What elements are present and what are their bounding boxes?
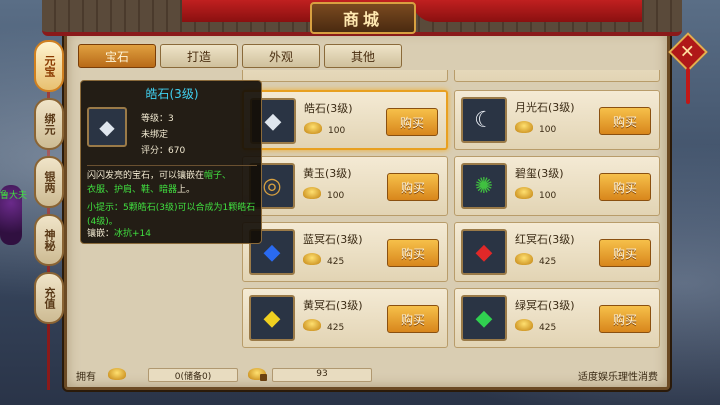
shop-footer: 拥有 0(储备0) 93 适度娱乐理性消费 — [76, 366, 666, 384]
item-name: 碧玺(3级) — [515, 167, 564, 180]
npc-name-tag: 鲁大夫 — [0, 191, 28, 201]
item-price: 100 — [327, 191, 345, 201]
tooltip-inlay: 镶嵌：冰抗+14 — [87, 229, 152, 239]
tooltip-description: 闪闪发亮的宝石，可以镶嵌在帽子、 衣服、护肩、鞋、暗器上。 — [87, 171, 232, 195]
item-card-blue-stone[interactable]: ◆ 蓝冥石(3级) 425 购买 — [242, 222, 448, 282]
yuanbao-balance: 0(储备0) — [148, 368, 238, 382]
own-label: 拥有 — [76, 372, 96, 383]
buy-button[interactable]: 购买 — [387, 305, 439, 333]
coin-icon — [303, 187, 321, 199]
item-grid[interactable]: 150 150 ◆ 皓石(3级) 100 购买 ☾ 月光石(3级) 100 购买… — [240, 70, 664, 360]
item-tooltip: 皓石(3级) ◆ 等级：3 未绑定 评分：670 闪闪发亮的宝石，可以镶嵌在帽子… — [80, 80, 262, 244]
green-gem-icon: ✺ — [461, 163, 507, 209]
buy-button[interactable]: 购买 — [599, 173, 651, 201]
spending-notice: 适度娱乐理性消费 — [578, 372, 658, 383]
item-card-partial: 150 — [242, 70, 448, 82]
item-card-tourmaline[interactable]: ✺ 碧玺(3级) 100 购买 — [454, 156, 660, 216]
item-price: 425 — [539, 323, 557, 333]
item-card-yellow-stone[interactable]: ◆ 黄冥石(3级) 425 购买 — [242, 288, 448, 348]
buy-button[interactable]: 购买 — [387, 239, 439, 267]
side-tab-silver[interactable]: 银两 — [34, 156, 64, 208]
coin-icon — [515, 121, 533, 133]
tooltip-score: 评分：670 — [141, 146, 186, 156]
red-gem-icon: ◆ — [461, 229, 507, 275]
item-name: 黄玉(3级) — [303, 167, 352, 180]
tooltip-title: 皓石(3级) — [145, 87, 199, 101]
item-price: 100 — [328, 126, 346, 136]
moon-gem-icon: ☾ — [461, 97, 507, 143]
tab-other[interactable]: 其他 — [324, 44, 402, 68]
tab-gems[interactable]: 宝石 — [78, 44, 156, 68]
tooltip-hint: 小提示：5颗皓石(3级)可以合成为1颗皓石(4级)。 — [87, 203, 256, 227]
emerald-gem-icon: ◆ — [461, 295, 507, 341]
item-card-topaz[interactable]: ◎ 黄玉(3级) 100 购买 — [242, 156, 448, 216]
item-card-moonstone[interactable]: ☾ 月光石(3级) 100 购买 — [454, 90, 660, 150]
buy-button[interactable]: 购买 — [599, 305, 651, 333]
side-tab-yuanbao[interactable]: 元宝 — [34, 40, 64, 92]
tooltip-divider — [87, 165, 257, 166]
side-tab-mystery[interactable]: 神秘 — [34, 214, 64, 266]
item-price: 425 — [327, 323, 345, 333]
roof-curtain-right — [412, 0, 642, 22]
shop-title: 商城 — [310, 2, 416, 34]
category-tabs: 宝石 打造 外观 其他 — [78, 44, 402, 68]
coin-icon — [515, 319, 533, 331]
side-tab-bound-yuanbao[interactable]: 绑元 — [34, 98, 64, 150]
currency-side-tabs: 元宝 绑元 银两 神秘 充值 — [34, 40, 64, 330]
item-name: 蓝冥石(3级) — [303, 233, 363, 246]
tooltip-level: 等级：3 — [141, 114, 174, 124]
item-name: 皓石(3级) — [304, 102, 353, 115]
lock-icon — [260, 374, 267, 381]
tooltip-bind-status: 未绑定 — [141, 130, 169, 140]
close-icon: ✕ — [680, 41, 696, 63]
item-price: 100 — [539, 191, 557, 201]
item-price: 100 — [539, 125, 557, 135]
close-tassel — [686, 68, 690, 104]
buy-button[interactable]: 购买 — [599, 239, 651, 267]
yellow-gem-icon: ◆ — [249, 295, 295, 341]
item-name: 月光石(3级) — [515, 101, 575, 114]
buy-button[interactable]: 购买 — [599, 107, 651, 135]
tab-forging[interactable]: 打造 — [160, 44, 238, 68]
coin-icon — [303, 319, 321, 331]
coin-icon — [304, 122, 322, 134]
item-card-haoshi[interactable]: ◆ 皓石(3级) 100 购买 — [242, 90, 448, 150]
buy-button[interactable]: 购买 — [387, 173, 439, 201]
item-name: 黄冥石(3级) — [303, 299, 363, 312]
coin-icon — [515, 253, 533, 265]
side-tab-recharge[interactable]: 充值 — [34, 272, 64, 324]
item-price: 425 — [539, 257, 557, 267]
item-card-red-stone[interactable]: ◆ 红冥石(3级) 425 购买 — [454, 222, 660, 282]
item-name: 绿冥石(3级) — [515, 299, 575, 312]
coin-icon — [303, 253, 321, 265]
coin-icon — [515, 187, 533, 199]
item-card-partial: 150 — [454, 70, 660, 82]
bound-yuanbao-balance: 93 — [272, 368, 372, 382]
yuanbao-icon — [108, 368, 126, 380]
tab-appearance[interactable]: 外观 — [242, 44, 320, 68]
buy-button[interactable]: 购买 — [386, 108, 438, 136]
item-name: 红冥石(3级) — [515, 233, 575, 246]
gem-icon: ◆ — [87, 107, 127, 147]
item-card-green-stone[interactable]: ◆ 绿冥石(3级) 425 购买 — [454, 288, 660, 348]
item-price: 425 — [327, 257, 345, 267]
